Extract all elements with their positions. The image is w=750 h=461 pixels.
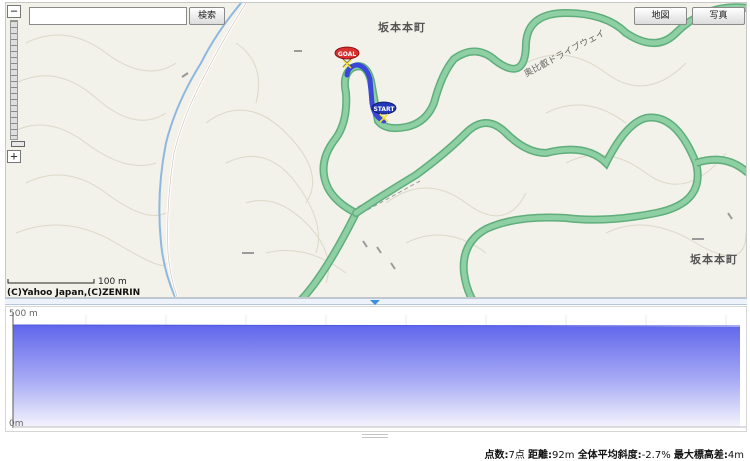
elevation-diff-label: 最大標高差: — [673, 450, 728, 461]
route-stats: 点数:7点 距離:92m 全体平均斜度:-2.7% 最大標高差:4m — [484, 446, 744, 461]
zoom-slider-track[interactable] — [10, 20, 25, 147]
profile-ylabel-bottom: 0m — [9, 419, 24, 429]
place-label: 坂本本町 — [690, 253, 738, 266]
points-label: 点数: — [484, 450, 509, 461]
minor-road — [166, 3, 248, 297]
scale-label: 100 m — [98, 277, 127, 287]
map-ticks — [181, 50, 733, 270]
elevation-area — [13, 325, 740, 427]
road-name-label: 奥比叡ドライブウェイ — [522, 27, 607, 80]
distance-value: 92m — [552, 450, 575, 461]
profile-ylabel-top: 500 m — [9, 309, 38, 319]
elevation-profile: 500 m 0m — [5, 306, 747, 432]
map-copyright: (C)Yahoo Japan,(C)ZENRIN — [7, 288, 141, 298]
zoom-out-button[interactable]: + — [7, 150, 21, 163]
photo-mode-button[interactable]: 写真 — [692, 7, 745, 25]
collapse-arrow-icon[interactable] — [370, 300, 380, 305]
points-value: 7点 — [508, 450, 525, 461]
svg-text:START: START — [373, 106, 395, 113]
slope-value: -2.7% — [641, 450, 671, 461]
panel-divider — [5, 298, 747, 305]
svg-text:GOAL: GOAL — [338, 51, 357, 58]
place-label: 坂本本町 — [378, 21, 426, 34]
scale-bar — [7, 279, 95, 284]
profile-resize-handle[interactable] — [362, 434, 388, 438]
river — [158, 3, 242, 297]
distance-label: 距離: — [528, 450, 553, 461]
zoom-in-button[interactable]: − — [7, 5, 21, 18]
search-button[interactable]: 検索 — [189, 7, 225, 25]
map-view[interactable]: 奥比叡ドライブウェイ GOAL START 検索 地図 写真 − + 坂本本町 … — [5, 2, 747, 298]
map-canvas[interactable]: 奥比叡ドライブウェイ GOAL START — [6, 3, 747, 298]
zoom-control: − + — [7, 5, 25, 163]
elevation-chart — [12, 313, 746, 428]
slope-label: 全体平均斜度: — [577, 450, 642, 461]
contour-lines — [10, 34, 746, 284]
search-input[interactable] — [29, 7, 187, 25]
zoom-slider-thumb[interactable] — [11, 141, 25, 147]
map-mode-button[interactable]: 地図 — [634, 7, 687, 25]
elevation-diff-value: 4m — [727, 450, 744, 461]
